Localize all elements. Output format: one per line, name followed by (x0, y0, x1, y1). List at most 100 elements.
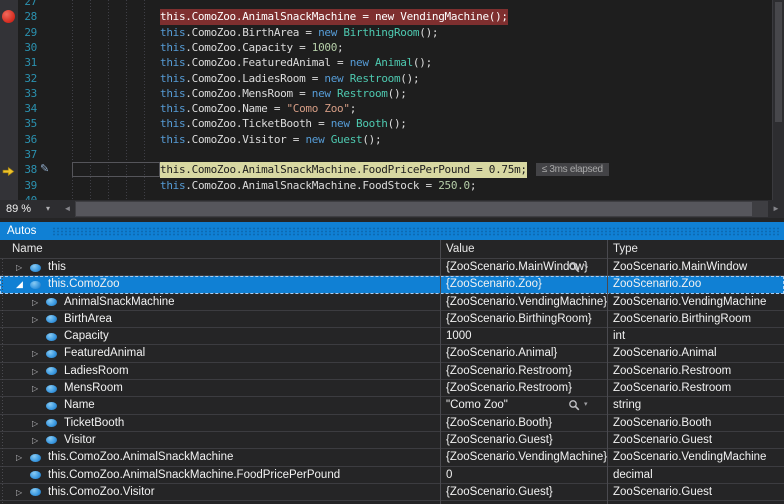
column-splitter[interactable] (440, 240, 441, 504)
expand-icon[interactable]: ▷ (16, 260, 22, 275)
code-segment: .ComoZoo.TicketBooth = (185, 117, 330, 130)
row-value[interactable]: {ZooScenario.Guest} (446, 432, 553, 449)
field-icon (46, 298, 57, 306)
scroll-left-arrow-icon[interactable]: ◄ (60, 200, 75, 218)
code-text: this.ComoZoo.TicketBooth = new Booth(); (160, 116, 407, 131)
code-segment: .ComoZoo.Name = (185, 102, 286, 115)
expand-icon[interactable]: ▷ (16, 485, 22, 500)
row-type: ZooScenario.VendingMachine (613, 294, 766, 311)
column-splitter[interactable] (607, 240, 608, 504)
row-name: BirthArea (64, 311, 112, 328)
code-line[interactable]: 37 (0, 147, 784, 162)
autos-row[interactable]: ▷TicketBooth{ZooScenario.Booth}ZooScenar… (0, 415, 784, 432)
row-value[interactable]: {ZooScenario.Animal} (446, 345, 557, 362)
code-line[interactable]: 35this.ComoZoo.TicketBooth = new Booth()… (0, 116, 784, 131)
row-type: ZooScenario.Guest (613, 484, 712, 501)
expand-icon[interactable]: ▷ (32, 346, 38, 361)
expand-icon[interactable]: ▷ (32, 295, 38, 310)
editor-bottom-bar: 89 % ▾ ◄ ► (0, 200, 784, 218)
row-type: ZooScenario.Booth (613, 415, 711, 432)
column-header-type[interactable]: Type (613, 240, 638, 258)
expand-icon[interactable]: ▷ (32, 433, 38, 448)
code-line[interactable]: 30this.ComoZoo.Capacity = 1000; (0, 40, 784, 55)
expand-icon[interactable]: ▷ (32, 416, 38, 431)
code-segment: .ComoZoo.MensRoom = (185, 87, 311, 100)
autos-row[interactable]: Name"Como Zoo"▾string (0, 397, 784, 414)
code-line[interactable]: 40 (0, 193, 784, 200)
code-content: this.ComoZoo.FeaturedAnimal = new Animal… (160, 55, 432, 70)
autos-row[interactable]: Capacity1000int (0, 328, 784, 345)
autos-row[interactable]: ▷LadiesRoom{ZooScenario.Restroom}ZooScen… (0, 363, 784, 380)
code-segment: 1000 (312, 41, 337, 54)
code-line[interactable]: 27 (0, 0, 784, 9)
magnifier-icon[interactable] (568, 399, 581, 412)
field-icon (30, 471, 41, 479)
autos-row[interactable]: ▷AnimalSnackMachine{ZooScenario.VendingM… (0, 294, 784, 311)
code-editor[interactable]: 2728this.ComoZoo.AnimalSnackMachine = ne… (0, 0, 784, 200)
magnifier-icon[interactable] (568, 261, 581, 274)
vertical-scrollbar[interactable] (772, 0, 784, 200)
code-segment: .ComoZoo.Capacity = (185, 41, 311, 54)
field-icon (46, 333, 57, 341)
expand-icon[interactable]: ▷ (16, 450, 22, 465)
autos-row[interactable]: this.ComoZoo.AnimalSnackMachine.FoodPric… (0, 467, 784, 484)
code-line[interactable]: 34this.ComoZoo.Name = "Como Zoo"; (0, 101, 784, 116)
expand-icon[interactable]: ▷ (32, 364, 38, 379)
autos-row[interactable]: ▷this.ComoZoo.AnimalSnackMachine{ZooScen… (0, 449, 784, 466)
zoom-level-dropdown[interactable]: 89 % ▾ (0, 200, 58, 218)
horizontal-scrollbar[interactable] (75, 201, 768, 217)
row-type: ZooScenario.Animal (613, 345, 717, 362)
collapse-icon[interactable]: ◢ (16, 277, 23, 292)
autos-row[interactable]: ▷BirthArea{ZooScenario.BirthingRoom}ZooS… (0, 311, 784, 328)
row-name: this.ComoZoo.AnimalSnackMachine.FoodPric… (48, 467, 340, 484)
code-line[interactable]: 28this.ComoZoo.AnimalSnackMachine = new … (0, 9, 784, 24)
line-number: 37 (0, 147, 37, 162)
expand-icon[interactable]: ▷ (32, 381, 38, 396)
autos-row[interactable]: ◢this.ComoZoo{ZooScenario.Zoo}ZooScenari… (0, 276, 784, 293)
row-value[interactable]: {ZooScenario.MainWindow} (446, 259, 588, 276)
autos-title-bar[interactable]: Autos (0, 222, 784, 240)
scrollbar-thumb[interactable] (775, 2, 782, 122)
code-line[interactable]: 29this.ComoZoo.BirthArea = new BirthingR… (0, 25, 784, 40)
code-line[interactable]: 39this.ComoZoo.AnimalSnackMachine.FoodSt… (0, 178, 784, 193)
autos-row[interactable]: ▷MensRoom{ZooScenario.Restroom}ZooScenar… (0, 380, 784, 397)
autos-row[interactable]: ▷this.ComoZoo.Visitor{ZooScenario.Guest}… (0, 484, 784, 501)
code-segment: (); (388, 87, 407, 100)
scrollbar-thumb[interactable] (76, 202, 752, 216)
row-value[interactable]: {ZooScenario.Restroom} (446, 380, 572, 397)
row-value[interactable]: {ZooScenario.BirthingRoom} (446, 311, 592, 328)
code-line[interactable]: 31this.ComoZoo.FeaturedAnimal = new Anim… (0, 55, 784, 70)
scroll-right-arrow-icon[interactable]: ► (768, 200, 784, 218)
row-value[interactable]: 1000 (446, 328, 472, 345)
autos-row[interactable]: ▷this{ZooScenario.MainWindow}▾ZooScenari… (0, 259, 784, 276)
autos-row[interactable]: ▷FeaturedAnimal{ZooScenario.Animal}ZooSc… (0, 345, 784, 362)
code-segment: .ComoZoo.LadiesRoom = (185, 72, 324, 85)
autos-row[interactable]: ▷Visitor{ZooScenario.Guest}ZooScenario.G… (0, 432, 784, 449)
row-type: int (613, 328, 625, 345)
code-line[interactable]: 33this.ComoZoo.MensRoom = new Restroom()… (0, 86, 784, 101)
pin-icon[interactable]: ✎ (40, 162, 49, 177)
row-value[interactable]: {ZooScenario.VendingMachine} (446, 294, 607, 311)
code-segment: this (160, 56, 185, 69)
row-value[interactable]: "Como Zoo" (446, 397, 508, 414)
column-header-value[interactable]: Value (446, 240, 475, 258)
code-line[interactable]: 38✎this.ComoZoo.AnimalSnackMachine.FoodP… (0, 162, 784, 177)
row-value[interactable]: {ZooScenario.Guest} (446, 484, 553, 501)
expand-icon[interactable]: ▷ (32, 312, 38, 327)
value-dropdown-caret-icon[interactable]: ▾ (584, 259, 588, 275)
code-text: this.ComoZoo.AnimalSnackMachine = new Ve… (160, 9, 508, 24)
row-value[interactable]: 0 (446, 467, 452, 484)
code-line[interactable]: 32this.ComoZoo.LadiesRoom = new Restroom… (0, 71, 784, 86)
code-segment: Booth (356, 117, 388, 130)
row-value[interactable]: {ZooScenario.VendingMachine} (446, 449, 607, 466)
column-header-name[interactable]: Name (12, 240, 43, 258)
code-line[interactable]: 36this.ComoZoo.Visitor = new Guest(); (0, 132, 784, 147)
breakpoint-line-highlight: this.ComoZoo.AnimalSnackMachine = new Ve… (160, 9, 508, 24)
row-value[interactable]: {ZooScenario.Restroom} (446, 363, 572, 380)
row-name: LadiesRoom (64, 363, 129, 380)
line-number: 32 (0, 71, 37, 86)
code-content: this.ComoZoo.TicketBooth = new Booth(); (160, 116, 407, 131)
row-value[interactable]: {ZooScenario.Booth} (446, 415, 552, 432)
value-dropdown-caret-icon[interactable]: ▾ (584, 397, 588, 413)
row-value[interactable]: {ZooScenario.Zoo} (446, 276, 542, 293)
